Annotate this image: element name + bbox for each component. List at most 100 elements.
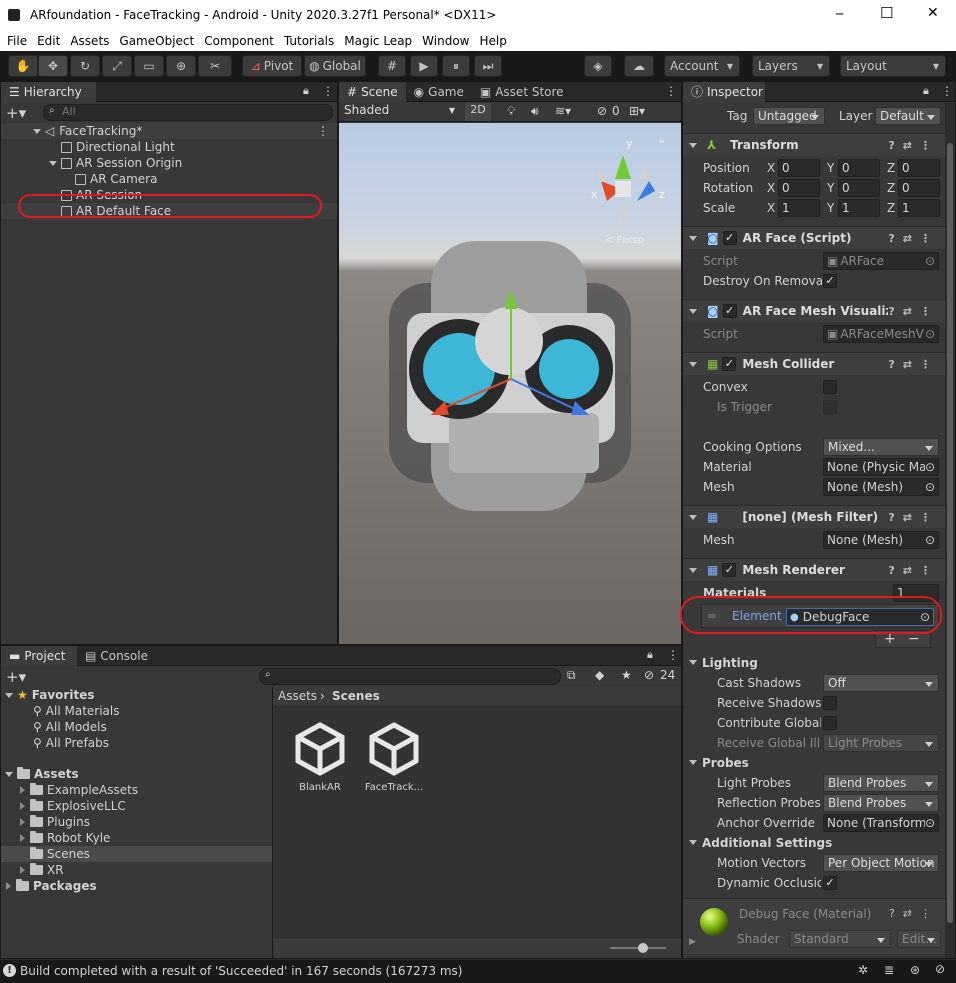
position-z-field[interactable]: 0 (898, 159, 940, 177)
position-x-field[interactable]: 0 (778, 159, 820, 177)
persp-label[interactable]: < Persp (605, 235, 644, 246)
collider-material-field[interactable]: None (Physic Ma ⊙ (823, 458, 939, 476)
move-tool-icon[interactable]: ✥ (38, 55, 68, 77)
convex-checkbox[interactable] (823, 380, 837, 394)
component-actions[interactable]: ?⇄⋮ (888, 511, 939, 524)
expand-arrow-icon[interactable] (689, 840, 697, 845)
custom-tool-icon[interactable]: ✂ (198, 55, 232, 77)
play-button[interactable]: ▶ (410, 55, 438, 77)
hidden-packages-icon[interactable]: ⊘ (644, 668, 654, 682)
inspector-scrollbar[interactable] (945, 103, 955, 958)
minimize-button[interactable]: ─ (836, 7, 843, 21)
more-icon[interactable]: ⋮ (941, 84, 953, 98)
renderer-enabled-checkbox[interactable]: ✓ (722, 563, 737, 577)
component-actions[interactable]: ?⇄⋮ (889, 907, 939, 920)
2d-toggle[interactable]: 2D (465, 103, 491, 121)
rotation-y-field[interactable]: 0 (838, 179, 880, 197)
object-picker-icon[interactable]: ⊙ (924, 816, 935, 830)
filter-type-icon[interactable]: ⧉ (567, 668, 576, 683)
menu-component[interactable]: Component (204, 34, 274, 48)
close-button[interactable]: ✕ (927, 5, 939, 21)
menu-gameobject[interactable]: GameObject (119, 34, 194, 48)
rect-tool-icon[interactable]: ▭ (134, 55, 164, 77)
account-dropdown[interactable]: Account ▾ (664, 55, 740, 77)
packages-row[interactable]: Packages (1, 878, 272, 894)
object-picker-icon[interactable]: ⊙ (925, 533, 935, 547)
collider-header[interactable]: ▦ ✓ Mesh Collider ?⇄⋮ (683, 352, 945, 375)
filter-header[interactable]: ▦ [none] (Mesh Filter) ?⇄⋮ (683, 505, 945, 528)
scrollbar-thumb[interactable] (947, 143, 953, 923)
filter-mesh-field[interactable]: None (Mesh) ⊙ (823, 531, 939, 549)
object-picker-icon[interactable]: ⊙ (925, 480, 935, 494)
armesh-header[interactable]: ◙ ✓ AR Face Mesh Visualize ?⇄⋮ (683, 299, 945, 322)
menu-assets[interactable]: Assets (70, 34, 109, 48)
tag-dropdown[interactable]: Untagged (753, 107, 825, 125)
expand-arrow-icon[interactable] (689, 361, 697, 367)
collapse-arrow-icon[interactable] (20, 866, 25, 874)
contribute-gi-checkbox[interactable] (823, 716, 837, 730)
light-probes-dropdown[interactable]: Blend Probes (823, 774, 939, 792)
lightbulb-icon[interactable]: 💡︎ (507, 104, 515, 119)
tab-game[interactable]: ◉ Game (406, 82, 472, 102)
menu-edit[interactable]: Edit (37, 34, 60, 48)
folder-row[interactable]: ExplosiveLLC (1, 798, 272, 814)
material-header[interactable]: ▶ Debug Face (Material) ?⇄⋮ Shader Stand… (683, 898, 945, 954)
favorites-row[interactable]: ★ Favorites (1, 687, 272, 703)
scene-row[interactable]: ◁ FaceTracking* ⋮ (1, 123, 337, 139)
menu-window[interactable]: Window (422, 34, 469, 48)
component-actions[interactable]: ?⇄⋮ (888, 139, 939, 152)
collapse-arrow-icon[interactable] (6, 882, 11, 890)
status-message[interactable]: Build completed with a result of 'Succee… (20, 964, 462, 978)
filter-label-icon[interactable]: ◆ (595, 668, 604, 682)
layer-dropdown[interactable]: Default (875, 107, 941, 125)
anchor-override-field[interactable]: None (Transform ⊙ (823, 814, 939, 832)
breadcrumb-assets[interactable]: Assets (278, 689, 317, 703)
visibility-icon[interactable]: ⊘ (597, 104, 607, 118)
scale-y-field[interactable]: 1 (838, 199, 880, 217)
expand-arrow-icon[interactable] (689, 308, 697, 314)
expand-arrow-icon[interactable]: ▶ (689, 937, 696, 947)
cloud-icon[interactable]: ☁ (624, 55, 654, 77)
collider-mesh-field[interactable]: None (Mesh) ⊙ (823, 478, 939, 496)
collab-icon[interactable]: ◈ (584, 55, 612, 77)
favorite-star-icon[interactable]: ★ (621, 668, 632, 682)
cooking-dropdown[interactable]: Mixed... (823, 438, 939, 456)
armesh-enabled-checkbox[interactable]: ✓ (722, 304, 737, 318)
tab-asset-store[interactable]: ▣ Asset Store (472, 82, 572, 102)
menu-magic-leap[interactable]: Magic Leap (344, 34, 412, 48)
expand-arrow-icon[interactable] (49, 160, 57, 166)
maximize-button[interactable]: ☐ (880, 4, 893, 22)
rotation-z-field[interactable]: 0 (898, 179, 940, 197)
additional-settings-header[interactable]: Additional Settings (689, 836, 832, 850)
destroy-checkbox[interactable]: ✓ (823, 274, 837, 288)
renderer-header[interactable]: ▦ ✓ Mesh Renderer ?⇄⋮ (683, 558, 945, 581)
shading-mode-dropdown[interactable]: Shaded ▾ (341, 103, 459, 121)
tree-item-ar-camera[interactable]: AR Camera (1, 171, 337, 187)
assets-row[interactable]: Assets (1, 766, 272, 782)
expand-arrow-icon[interactable] (5, 692, 13, 698)
component-actions[interactable]: ?⇄⋮ (888, 358, 939, 371)
shader-dropdown[interactable]: Standard (789, 930, 891, 948)
motion-vectors-dropdown[interactable]: Per Object Motion (823, 854, 939, 872)
tab-project[interactable]: ▬ Project (1, 645, 77, 666)
bug-icon[interactable]: ✲ (858, 963, 868, 977)
tab-inspector[interactable]: ⓘ Inspector (683, 81, 765, 102)
collapse-arrow-icon[interactable] (20, 802, 25, 810)
global-toggle[interactable]: ◍ Global (304, 55, 366, 77)
expand-arrow-icon[interactable] (5, 771, 13, 777)
probes-header[interactable]: Probes (689, 756, 749, 770)
position-y-field[interactable]: 0 (838, 159, 880, 177)
expand-arrow-icon[interactable] (689, 660, 697, 665)
gizmo-lock-icon[interactable]: 🔒︎ (659, 135, 664, 146)
audio-icon[interactable]: 🔊︎ (531, 104, 539, 119)
collapse-arrow-icon[interactable] (20, 818, 25, 826)
scene-viewport[interactable]: y x z < Persp 🔒︎ (339, 123, 681, 644)
cast-shadows-dropdown[interactable]: Off (823, 674, 939, 692)
breadcrumb-scenes[interactable]: Scenes (332, 689, 380, 703)
scale-tool-icon[interactable]: ⤢ (102, 55, 132, 77)
favorite-item[interactable]: ⚲ All Prefabs (1, 735, 272, 751)
expand-arrow-icon[interactable] (689, 235, 697, 241)
more-icon[interactable]: ⋮ (667, 648, 679, 662)
receive-shadows-checkbox[interactable] (823, 696, 837, 710)
folder-row[interactable]: XR (1, 862, 272, 878)
